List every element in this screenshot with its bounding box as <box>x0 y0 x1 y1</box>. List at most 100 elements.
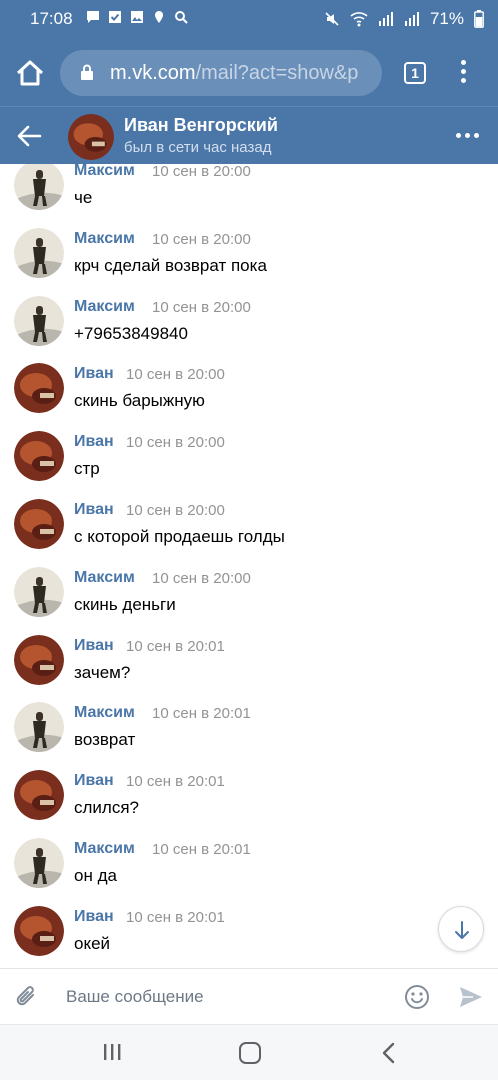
message-author[interactable]: Максим <box>74 164 135 180</box>
avatar[interactable] <box>14 164 64 210</box>
message-author[interactable]: Иван <box>74 365 114 383</box>
message-item[interactable]: Максим 10 сен в 20:00 +79653849840 <box>0 295 498 364</box>
message-text: +79653849840 <box>74 323 188 343</box>
message-item[interactable]: Иван 10 сен в 20:00 с которой продаешь гол… <box>0 499 498 567</box>
avatar[interactable] <box>14 702 64 753</box>
back-nav-icon[interactable] <box>380 1042 396 1064</box>
chat-header: Иван Венгорский был в сети час назад <box>0 106 498 164</box>
message-author[interactable]: Максим <box>74 840 135 858</box>
url-host: m.vk.com <box>110 62 196 84</box>
avatar[interactable] <box>14 566 64 617</box>
message-item[interactable]: Иван 10 сен в 20:01 окей <box>0 905 498 968</box>
message-item[interactable]: Максим 10 сен в 20:01 он да <box>0 838 498 906</box>
avatar[interactable] <box>14 905 64 956</box>
avatar[interactable] <box>14 634 64 685</box>
avatar[interactable] <box>14 295 64 346</box>
message-time: 10 сен в 20:00 <box>126 434 225 452</box>
message-text: скинь деньги <box>74 594 176 614</box>
message-time: 10 сен в 20:01 <box>126 773 225 791</box>
avatar[interactable] <box>14 227 64 278</box>
checkbox-icon <box>109 11 121 23</box>
home-icon[interactable] <box>14 58 46 88</box>
avatar[interactable] <box>14 499 64 549</box>
message-item[interactable]: Максим 10 сен в 20:00 крч сделай возврат п… <box>0 227 498 296</box>
signal-icon <box>404 12 419 26</box>
chat-status: был в сети час назад <box>124 139 272 156</box>
message-text: стр <box>74 459 100 479</box>
message-time: 10 сен в 20:00 <box>126 366 225 384</box>
address-bar[interactable]: m.vk.com/mail?act=show&p <box>60 50 382 96</box>
message-item[interactable]: Максим 10 сен в 20:00 скинь деньги <box>0 566 498 635</box>
message-author[interactable]: Максим <box>74 298 135 316</box>
lock-icon <box>81 64 93 80</box>
tab-switcher-button[interactable]: 1 <box>404 62 426 84</box>
recent-apps-icon[interactable] <box>102 1043 122 1061</box>
status-time: 17:08 <box>30 9 73 28</box>
more-vertical-icon[interactable] <box>456 60 470 86</box>
message-time: 10 сен в 20:00 <box>152 164 251 180</box>
message-text: зачем? <box>74 662 131 682</box>
message-author[interactable]: Иван <box>74 501 114 519</box>
message-text: он да <box>74 866 117 885</box>
message-item[interactable]: Максим 10 сен в 20:00 че <box>0 164 498 228</box>
location-icon <box>155 11 163 23</box>
battery-percent: 71% <box>429 9 464 28</box>
message-item[interactable]: Максим 10 сен в 20:01 возврат <box>0 702 498 770</box>
notification-icons <box>86 10 188 24</box>
chat-avatar[interactable] <box>68 114 114 160</box>
message-time: 10 сен в 20:01 <box>126 908 225 926</box>
system-nav-bar <box>0 1024 498 1080</box>
message-time: 10 сен в 20:00 <box>152 298 251 316</box>
message-author[interactable]: Иван <box>74 772 114 790</box>
status-bar: 17:08 71% <box>0 0 498 38</box>
message-author[interactable]: Иван <box>74 908 114 926</box>
avatar[interactable] <box>14 363 64 414</box>
message-time: 10 сен в 20:01 <box>126 637 225 655</box>
message-item[interactable]: Иван 10 сен в 20:00 стр <box>0 431 498 499</box>
message-composer <box>0 968 498 1024</box>
message-author[interactable]: Максим <box>74 704 135 722</box>
avatar[interactable] <box>14 838 64 888</box>
battery-icon <box>474 10 484 28</box>
message-text: возврат <box>74 730 136 750</box>
arrow-down-icon <box>455 921 469 939</box>
search-icon <box>175 11 188 24</box>
mute-icon <box>325 12 339 26</box>
message-item[interactable]: Иван 10 сен в 20:01 зачем? <box>0 634 498 703</box>
message-item[interactable]: Иван 10 сен в 20:00 скинь барыжную <box>0 363 498 431</box>
message-text: окей <box>74 933 111 953</box>
scroll-down-button[interactable] <box>438 906 484 952</box>
message-time: 10 сен в 20:01 <box>152 705 251 723</box>
browser-toolbar: m.vk.com/mail?act=show&p 1 <box>0 38 498 106</box>
avatar[interactable] <box>14 431 64 482</box>
message-text: крч сделай возврат пока <box>74 255 267 275</box>
more-horizontal-icon[interactable] <box>456 133 479 138</box>
message-time: 10 сен в 20:00 <box>152 569 251 587</box>
gallery-icon <box>131 11 143 23</box>
message-author[interactable]: Иван <box>74 433 114 451</box>
message-author[interactable]: Максим <box>74 230 135 248</box>
wifi-icon <box>350 12 368 27</box>
message-input[interactable] <box>52 977 388 1017</box>
signal-icon <box>378 12 393 26</box>
message-time: 10 сен в 20:00 <box>126 502 225 519</box>
back-arrow-icon[interactable] <box>16 123 42 149</box>
url-path: /mail?act=show&p <box>195 62 359 84</box>
message-time: 10 сен в 20:01 <box>152 841 251 858</box>
avatar[interactable] <box>14 770 64 821</box>
message-text: с которой продаешь голды <box>74 527 285 546</box>
paperclip-icon[interactable] <box>14 983 40 1011</box>
messages-icon <box>87 11 99 23</box>
system-icons: 71% <box>324 9 484 29</box>
message-item[interactable]: Иван 10 сен в 20:01 слился? <box>0 770 498 838</box>
emoji-icon[interactable] <box>404 984 430 1010</box>
chat-title[interactable]: Иван Венгорский <box>124 115 278 136</box>
message-author[interactable]: Иван <box>74 637 114 655</box>
message-list[interactable]: Максим 10 сен в 20:00 че Максим 10 сен в 20:… <box>0 164 498 968</box>
message-author[interactable]: Максим <box>74 569 135 587</box>
message-time: 10 сен в 20:00 <box>152 230 251 248</box>
message-text: скинь барыжную <box>74 391 205 411</box>
message-text: слился? <box>74 798 139 818</box>
send-icon[interactable] <box>458 984 484 1010</box>
home-nav-icon[interactable] <box>239 1042 261 1064</box>
